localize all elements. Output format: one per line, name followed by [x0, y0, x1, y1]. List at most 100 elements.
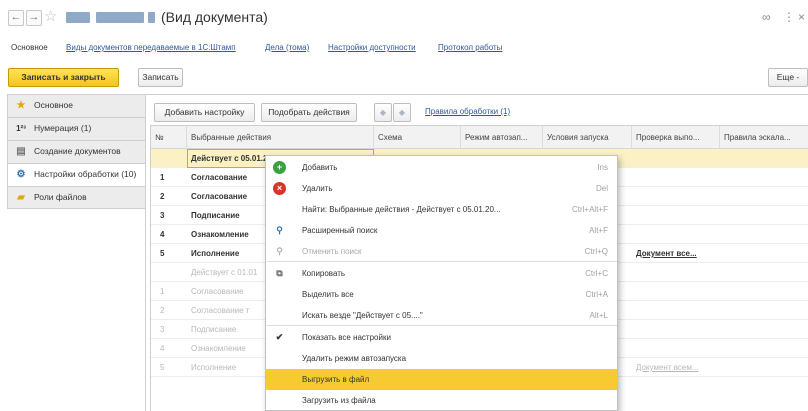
- table-cell-num: 2: [160, 192, 165, 201]
- command-bar: Записать и закрыть Записать Еще -: [0, 64, 808, 90]
- sidebar-item-label: Настройки обработки (10): [34, 169, 137, 179]
- add-icon: +: [273, 161, 286, 174]
- more-button[interactable]: Еще -: [768, 68, 808, 87]
- menu-item-label: Копировать: [302, 269, 346, 278]
- menu-item-shortcut: Del: [595, 184, 608, 193]
- tab-access-settings[interactable]: Настройки доступности: [328, 43, 416, 52]
- copy-icon: ⧉: [276, 268, 283, 278]
- column-header[interactable]: Режим автозап...: [461, 126, 543, 149]
- column-header[interactable]: Схема: [374, 126, 461, 149]
- tab-cases[interactable]: Дела (тома): [265, 43, 309, 52]
- column-header[interactable]: Условия запуска: [543, 126, 632, 149]
- column-header[interactable]: Правила эскала...: [720, 126, 808, 149]
- move-up-button[interactable]: ◆: [374, 103, 392, 122]
- menu-item-shortcut: Alt+F: [589, 226, 608, 235]
- table-cell-check[interactable]: Документ всем...: [632, 358, 720, 377]
- menu-item-shortcut: Ctrl+A: [585, 290, 608, 299]
- pick-actions-button[interactable]: Подобрать действия: [261, 103, 357, 122]
- checkmark-icon: ✔: [275, 332, 284, 342]
- sidebar-item-label: Создание документов: [34, 146, 121, 156]
- table-cell-num: 4: [160, 230, 165, 239]
- menu-item-1[interactable]: × Удалить Del: [266, 178, 617, 199]
- processing-icon: ⚙: [16, 169, 26, 180]
- table-cell-num: 3: [160, 325, 165, 334]
- table-header: № Выбранные действия Схема Режим автозап…: [151, 126, 808, 149]
- table-cell-num: 3: [160, 211, 165, 220]
- sidebar-item-label: Нумерация (1): [34, 123, 92, 133]
- column-header[interactable]: Проверка выпо...: [632, 126, 720, 149]
- menu-item-6[interactable]: Выделить все Ctrl+A: [266, 284, 617, 305]
- cancel-search-icon: ⚲: [276, 246, 283, 256]
- arrow-down-icon: ◆: [398, 108, 406, 117]
- sidebar: ★ Основное 1²³ Нумерация (1) ▤ Создание …: [7, 94, 146, 211]
- sidebar-item-main[interactable]: ★ Основное: [7, 94, 146, 117]
- table-cell-num: 2: [160, 306, 165, 315]
- close-icon[interactable]: ×: [798, 10, 805, 24]
- menu-item-label: Найти: Выбранные действия - Действует с …: [302, 205, 501, 214]
- save-button[interactable]: Записать: [138, 68, 183, 87]
- menu-item-9[interactable]: Удалить режим автозапуска: [266, 348, 617, 369]
- tab-work-log[interactable]: Протокол работы: [438, 43, 502, 52]
- menu-item-7[interactable]: Искать везде "Действует с 05...." Alt+L: [266, 305, 617, 326]
- menu-item-shortcut: Ctrl+Alt+F: [571, 205, 608, 214]
- menu-item-3[interactable]: ⚲ Расширенный поиск Alt+F: [266, 220, 617, 241]
- menu-item-label: Удалить режим автозапуска: [302, 354, 407, 363]
- back-arrow-icon: ←: [10, 11, 22, 23]
- folder-icon: ▰: [17, 192, 25, 203]
- menu-item-5[interactable]: ⧉ Копировать Ctrl+C: [266, 263, 617, 284]
- menu-item-8[interactable]: ✔ Показать все настройки: [266, 327, 617, 348]
- table-cell-num: 4: [160, 344, 165, 353]
- tab-main[interactable]: Основное: [11, 43, 48, 52]
- sidebar-item-numbering[interactable]: 1²³ Нумерация (1): [7, 117, 146, 140]
- menu-item-2[interactable]: Найти: Выбранные действия - Действует с …: [266, 199, 617, 220]
- forward-arrow-icon: →: [28, 11, 40, 23]
- sidebar-item-doc-creation[interactable]: ▤ Создание документов: [7, 140, 146, 163]
- menu-item-11[interactable]: Загрузить из файла: [266, 390, 617, 411]
- redacted-text: [148, 12, 155, 23]
- numbering-icon: 1²³: [16, 124, 26, 133]
- favorite-star-icon[interactable]: ☆: [44, 8, 57, 26]
- table-cell-num: 1: [160, 287, 165, 296]
- sidebar-item-label: Роли файлов: [34, 192, 87, 202]
- table-cell-num: 5: [160, 249, 165, 258]
- column-header[interactable]: Выбранные действия: [187, 126, 374, 149]
- title-bar: ← → ☆ (Вид документа) ∞ ⋮ ×: [0, 0, 808, 34]
- table-cell-num: 5: [160, 363, 165, 372]
- move-down-button[interactable]: ◆: [393, 103, 411, 122]
- menu-item-4[interactable]: ⚲ Отменить поиск Ctrl+Q: [266, 241, 617, 262]
- document-icon: ▤: [16, 146, 26, 157]
- forward-button[interactable]: →: [26, 10, 42, 26]
- link-icon[interactable]: ∞: [762, 10, 771, 24]
- back-button[interactable]: ←: [8, 10, 24, 26]
- menu-item-10[interactable]: Выгрузить в файл: [266, 369, 617, 390]
- delete-icon: ×: [273, 182, 286, 195]
- menu-item-label: Выгрузить в файл: [302, 375, 370, 384]
- context-menu: + Добавить Ins × Удалить Del Найти: Выбранные …: [265, 155, 618, 411]
- menu-item-shortcut: Ctrl+Q: [584, 247, 608, 256]
- window-title: (Вид документа): [161, 9, 268, 25]
- menu-item-shortcut: Alt+L: [589, 311, 608, 320]
- menu-item-label: Загрузить из файла: [302, 396, 376, 405]
- table-cell-check[interactable]: Документ все...: [632, 244, 720, 263]
- settings-star-icon: ★: [16, 100, 26, 111]
- advanced-search-icon: ⚲: [276, 225, 283, 235]
- sidebar-item-file-roles[interactable]: ▰ Роли файлов: [7, 186, 146, 209]
- add-setting-button[interactable]: Добавить настройку: [154, 103, 255, 122]
- column-header[interactable]: №: [151, 126, 187, 149]
- form-sections-bar: Основное Виды документов передаваемые в …: [0, 38, 808, 58]
- menu-item-label: Удалить: [302, 184, 333, 193]
- menu-item-label: Отменить поиск: [302, 247, 362, 256]
- redacted-text: [96, 12, 144, 23]
- sidebar-item-processing-settings[interactable]: ⚙ Настройки обработки (10): [7, 163, 146, 186]
- table-cell-num: 1: [160, 173, 165, 182]
- tab-doc-types-stamp[interactable]: Виды документов передаваемые в 1С:Штамп: [66, 43, 236, 52]
- save-and-close-button[interactable]: Записать и закрыть: [8, 68, 119, 87]
- processing-rules-link[interactable]: Правила обработки (1): [425, 107, 510, 116]
- menu-item-label: Добавить: [302, 163, 338, 172]
- more-icon[interactable]: ⋮: [783, 10, 795, 24]
- menu-item-label: Расширенный поиск: [302, 226, 378, 235]
- arrow-up-icon: ◆: [379, 108, 387, 117]
- menu-item-0[interactable]: + Добавить Ins: [266, 157, 617, 178]
- sidebar-item-label: Основное: [34, 100, 73, 110]
- menu-item-label: Выделить все: [302, 290, 354, 299]
